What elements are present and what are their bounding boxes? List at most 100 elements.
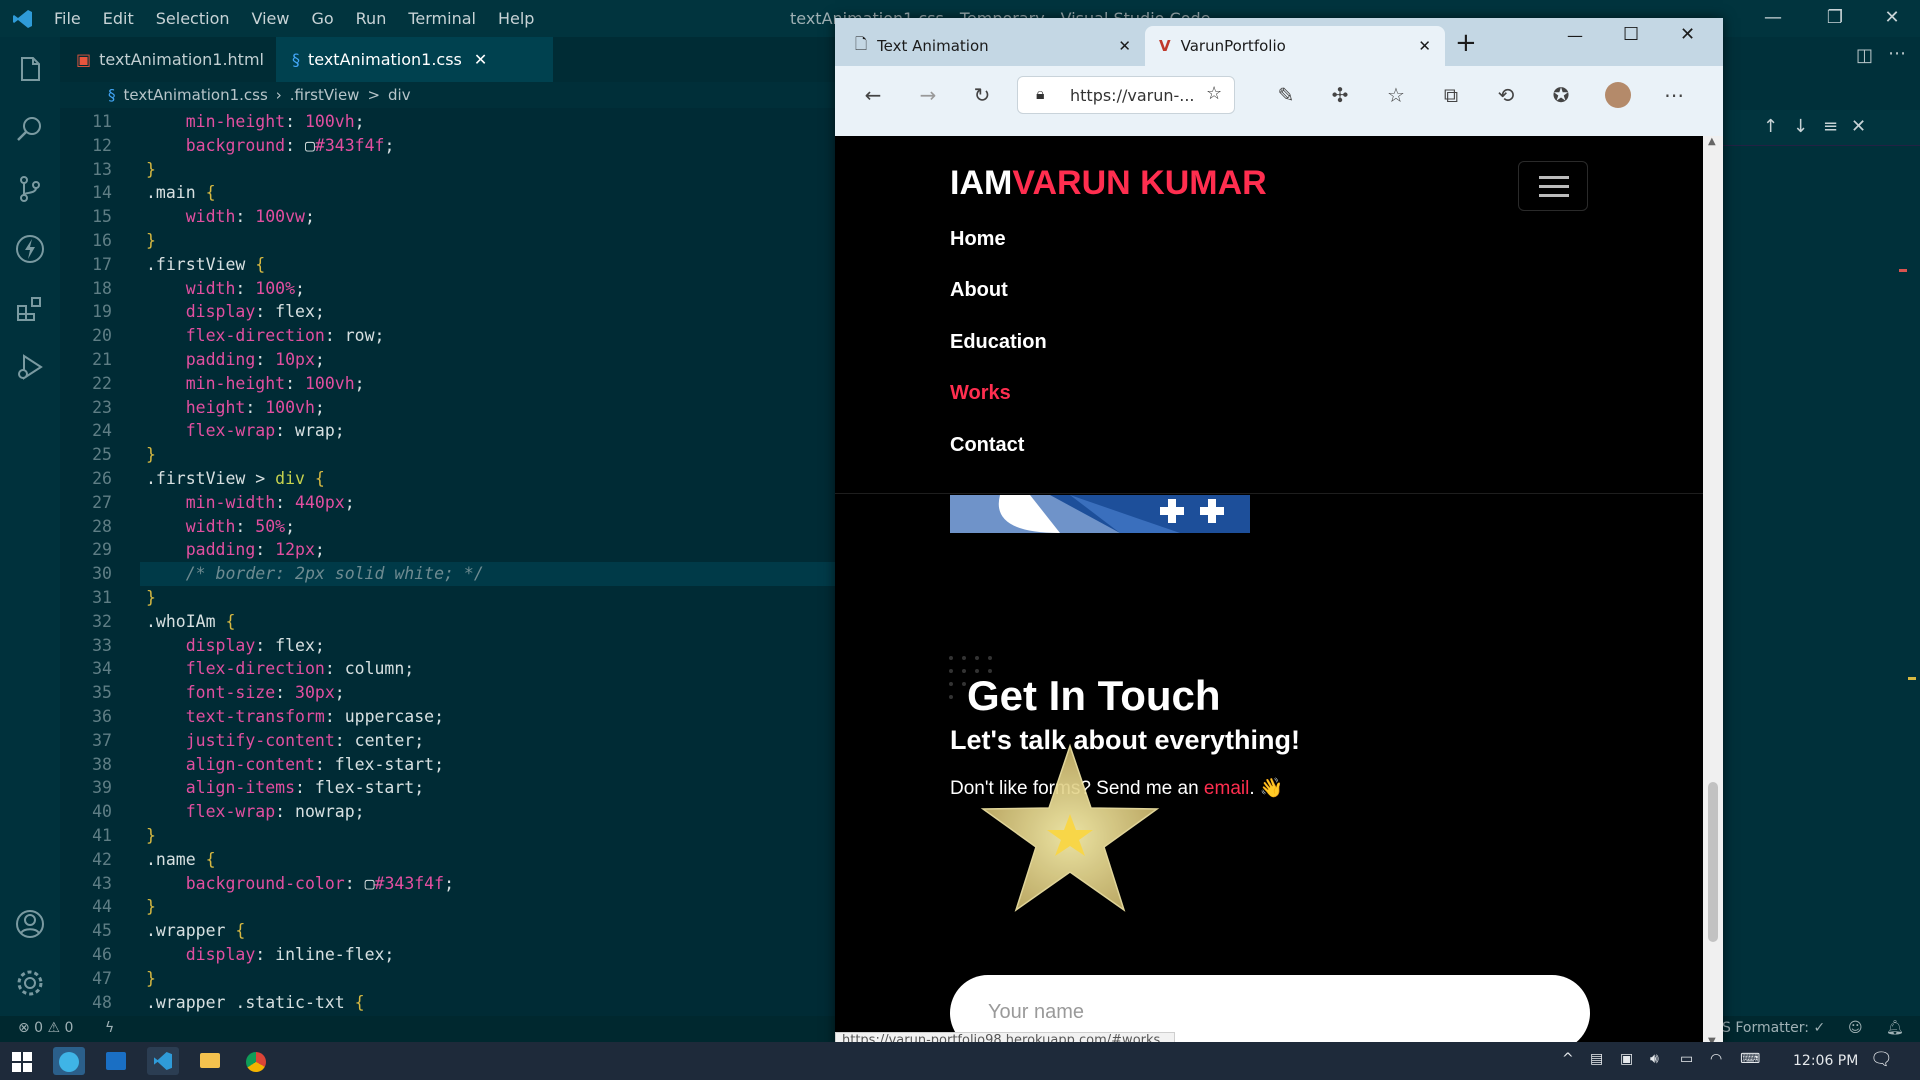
chrome-taskbar-icon[interactable] <box>240 1047 272 1075</box>
code-line[interactable]: } <box>146 588 156 607</box>
code-line[interactable]: } <box>146 231 156 250</box>
extensions-icon[interactable]: ✣ <box>1325 80 1355 110</box>
keyboard-icon[interactable]: ⌨ <box>1740 1051 1760 1067</box>
outlook-taskbar-icon[interactable] <box>100 1047 132 1075</box>
collections-icon[interactable]: ⧉ <box>1436 80 1466 110</box>
explorer-icon[interactable] <box>14 54 46 86</box>
code-line[interactable]: background-color: ▢#343f4f; <box>146 874 454 893</box>
nav-education[interactable]: Education <box>950 331 1047 354</box>
find-in-selection-icon[interactable]: ≡ <box>1823 116 1838 137</box>
site-brand[interactable]: IAMVARUN KUMAR <box>950 164 1267 203</box>
edge-taskbar-icon[interactable] <box>53 1047 85 1075</box>
browser-tab-varun-portfolio[interactable]: V VarunPortfolio ✕ <box>1145 26 1445 66</box>
vscode-close-button[interactable]: ✕ <box>1877 7 1907 31</box>
favorites-icon[interactable]: ☆ <box>1381 80 1411 110</box>
code-line[interactable]: flex-wrap: wrap; <box>146 421 345 440</box>
code-line[interactable]: width: 50%; <box>146 517 295 536</box>
code-line[interactable]: } <box>146 160 156 179</box>
nav-home[interactable]: Home <box>950 228 1006 251</box>
add-favorite-icon[interactable]: ☆ <box>1206 83 1222 104</box>
close-tab-icon[interactable]: ✕ <box>474 50 487 69</box>
close-tab-icon[interactable]: ✕ <box>1118 37 1131 55</box>
code-line[interactable]: .name { <box>146 850 216 869</box>
code-line[interactable]: .main { <box>146 183 216 202</box>
code-line[interactable]: padding: 10px; <box>146 350 325 369</box>
menu-help[interactable]: Help <box>498 9 534 28</box>
code-line[interactable]: height: 100vh; <box>146 398 325 417</box>
wifi-icon[interactable]: ◠ <box>1710 1051 1722 1067</box>
close-find-icon[interactable]: ✕ <box>1851 116 1866 137</box>
run-debug-icon[interactable] <box>14 351 46 383</box>
code-line[interactable]: .wrapper { <box>146 921 245 940</box>
clock[interactable]: 12:06 PM <box>1793 1053 1858 1069</box>
new-tab-button[interactable]: + <box>1455 28 1477 58</box>
menu-view[interactable]: View <box>252 9 290 28</box>
vscode-restore-button[interactable]: ❐ <box>1820 7 1850 31</box>
code-line[interactable]: } <box>146 826 156 845</box>
refresh-icon[interactable]: ↻ <box>967 80 997 110</box>
problems-indicator[interactable]: ⊗ 0 ⚠ 0 <box>18 1020 73 1036</box>
code-line[interactable]: flex-direction: column; <box>146 659 414 678</box>
code-line[interactable]: align-items: flex-start; <box>146 778 424 797</box>
hamburger-menu-button[interactable] <box>1518 161 1588 211</box>
nav-about[interactable]: About <box>950 279 1008 302</box>
next-match-icon[interactable]: ↓ <box>1793 116 1808 137</box>
nav-contact[interactable]: Contact <box>950 434 1024 457</box>
code-line[interactable]: justify-content: center; <box>146 731 424 750</box>
vscode-taskbar-icon[interactable] <box>147 1047 179 1075</box>
browser-minimize-button[interactable]: — <box>1567 26 1583 45</box>
code-line[interactable]: } <box>146 969 156 988</box>
live-share-icon[interactable]: ϟ <box>105 1020 114 1036</box>
task-manager-tray-icon[interactable]: ▤ <box>1590 1051 1603 1067</box>
code-line[interactable]: min-width: 440px; <box>146 493 355 512</box>
split-editor-icon[interactable]: ◫ <box>1856 45 1873 66</box>
code-editor[interactable]: 11 min-height: 100vh; 12 background: ▢#34… <box>60 108 837 1016</box>
code-line[interactable]: width: 100%; <box>146 279 305 298</box>
code-line[interactable]: padding: 12px; <box>146 540 325 559</box>
accounts-icon[interactable] <box>14 908 46 940</box>
settings-gear-icon[interactable] <box>14 967 46 999</box>
source-control-icon[interactable] <box>14 173 46 205</box>
email-link[interactable]: email <box>1204 778 1249 799</box>
notification-tray-icon[interactable]: ▣ <box>1620 1051 1633 1067</box>
page-scrollbar[interactable]: ▲ ▼ <box>1703 136 1723 1052</box>
code-line[interactable]: .firstView { <box>146 255 265 274</box>
tab-textanimation-css[interactable]: § textAnimation1.css ✕ <box>276 37 553 82</box>
nav-works[interactable]: Works <box>950 382 1011 405</box>
code-line[interactable]: .wrapper .static-txt { <box>146 993 365 1012</box>
menu-run[interactable]: Run <box>356 9 387 28</box>
feedback-icon[interactable]: ☺ <box>1848 1020 1863 1036</box>
code-line[interactable]: /* border: 2px solid white; */ <box>146 564 484 583</box>
windows-start-icon[interactable] <box>12 1052 32 1072</box>
scrollbar-thumb[interactable] <box>1708 782 1718 942</box>
notifications-bell-icon[interactable]: 🔔︎ <box>1886 1020 1904 1036</box>
search-icon[interactable] <box>14 113 46 145</box>
run-lightning-icon[interactable] <box>14 233 46 265</box>
file-explorer-taskbar-icon[interactable] <box>194 1047 226 1075</box>
eyedropper-extension-icon[interactable]: ✎ <box>1271 80 1301 110</box>
menu-file[interactable]: File <box>54 9 81 28</box>
code-line[interactable]: .firstView > div { <box>146 469 325 488</box>
battery-icon[interactable]: ▭ <box>1680 1051 1693 1067</box>
performance-icon[interactable]: ✪ <box>1546 80 1576 110</box>
code-line[interactable]: display: flex; <box>146 302 325 321</box>
code-line[interactable]: } <box>146 897 156 916</box>
breadcrumb-element[interactable]: div <box>388 86 411 104</box>
address-bar[interactable]: 🔒︎ https://varun-... ☆ <box>1017 76 1235 114</box>
code-line[interactable]: width: 100vw; <box>146 207 315 226</box>
breadcrumb-selector[interactable]: .firstView <box>290 86 360 104</box>
code-line[interactable]: .whoIAm { <box>146 612 235 631</box>
back-icon[interactable]: ← <box>858 80 888 110</box>
profile-avatar[interactable] <box>1603 80 1633 110</box>
vscode-minimize-button[interactable]: — <box>1758 7 1788 31</box>
menu-edit[interactable]: Edit <box>103 9 134 28</box>
code-line[interactable]: flex-wrap: nowrap; <box>146 802 365 821</box>
code-line[interactable]: display: flex; <box>146 636 325 655</box>
previous-match-icon[interactable]: ↑ <box>1763 116 1778 137</box>
action-center-icon[interactable]: 🗨︎ <box>1870 1049 1893 1070</box>
code-line[interactable]: min-height: 100vh; <box>146 374 365 393</box>
code-line[interactable]: align-content: flex-start; <box>146 755 444 774</box>
more-actions-icon[interactable]: ⋯ <box>1888 43 1906 64</box>
browser-tab-text-animation[interactable]: 🗋︎ Text Animation ✕ <box>841 26 1147 66</box>
tab-textanimation-html[interactable]: ▣ textAnimation1.html <box>60 37 275 82</box>
